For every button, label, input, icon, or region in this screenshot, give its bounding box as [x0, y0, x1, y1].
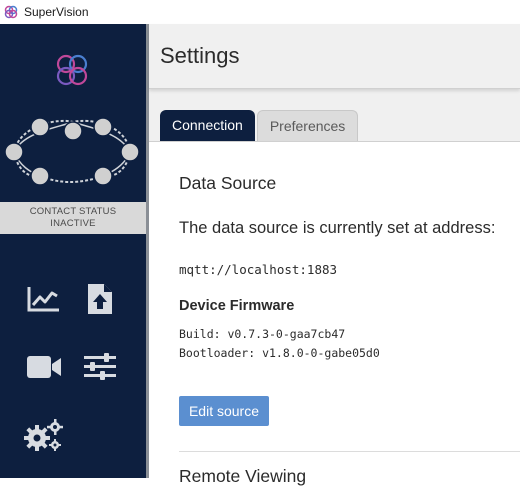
contact-status-value: INACTIVE [50, 218, 96, 229]
firmware-build: Build: v0.7.3-0-gaa7cb47 [179, 327, 346, 341]
page-title: Settings [160, 43, 240, 68]
page-header: Settings [149, 24, 520, 89]
contact-status-badge: CONTACT STATUS INACTIVE [0, 202, 146, 234]
contact-node [93, 166, 113, 186]
sliders-icon [84, 353, 116, 380]
data-source-address: mqtt://localhost:1883 [179, 262, 338, 277]
remote-viewing-heading: Remote Viewing [179, 466, 307, 486]
contact-status-label: CONTACT STATUS [29, 206, 117, 217]
gears-icon [24, 419, 63, 451]
connection-panel: Data Source The data source is currently… [149, 141, 520, 486]
chart-icon [27, 287, 59, 312]
section-divider [179, 451, 520, 452]
nav-controls-button[interactable] [78, 347, 122, 387]
contact-node [30, 117, 50, 137]
contact-node [30, 166, 50, 186]
nav-charts-button[interactable] [22, 279, 66, 319]
tab-connection[interactable]: Connection [160, 110, 255, 141]
nav-settings-button[interactable] [22, 415, 66, 455]
main-content: Settings Connection Preferences Data Sou… [149, 24, 520, 486]
sidebar: CONTACT STATUS INACTIVE [0, 24, 146, 478]
contact-node [4, 142, 24, 162]
nav-video-button[interactable] [22, 347, 66, 387]
upload-file-icon [88, 284, 112, 314]
data-source-heading: Data Source [179, 173, 277, 193]
app-logo-icon [4, 5, 18, 19]
firmware-bootloader: Bootloader: v1.8.0-0-gabe05d0 [179, 346, 380, 360]
firmware-heading: Device Firmware [179, 298, 295, 314]
settings-tabs: Connection Preferences [160, 110, 360, 141]
video-camera-icon [27, 356, 61, 378]
tab-preferences[interactable]: Preferences [256, 110, 359, 141]
data-source-description: The data source is currently set at addr… [179, 219, 496, 237]
brand-logo-icon [56, 54, 88, 86]
contact-sensor-diagram [4, 117, 140, 186]
contact-node [93, 117, 113, 137]
nav-upload-button[interactable] [78, 279, 122, 319]
contact-node [120, 142, 140, 162]
edit-source-button[interactable]: Edit source [179, 396, 269, 426]
contact-node [63, 121, 83, 141]
window-title: SuperVision [24, 5, 89, 19]
title-bar: SuperVision [0, 0, 520, 24]
